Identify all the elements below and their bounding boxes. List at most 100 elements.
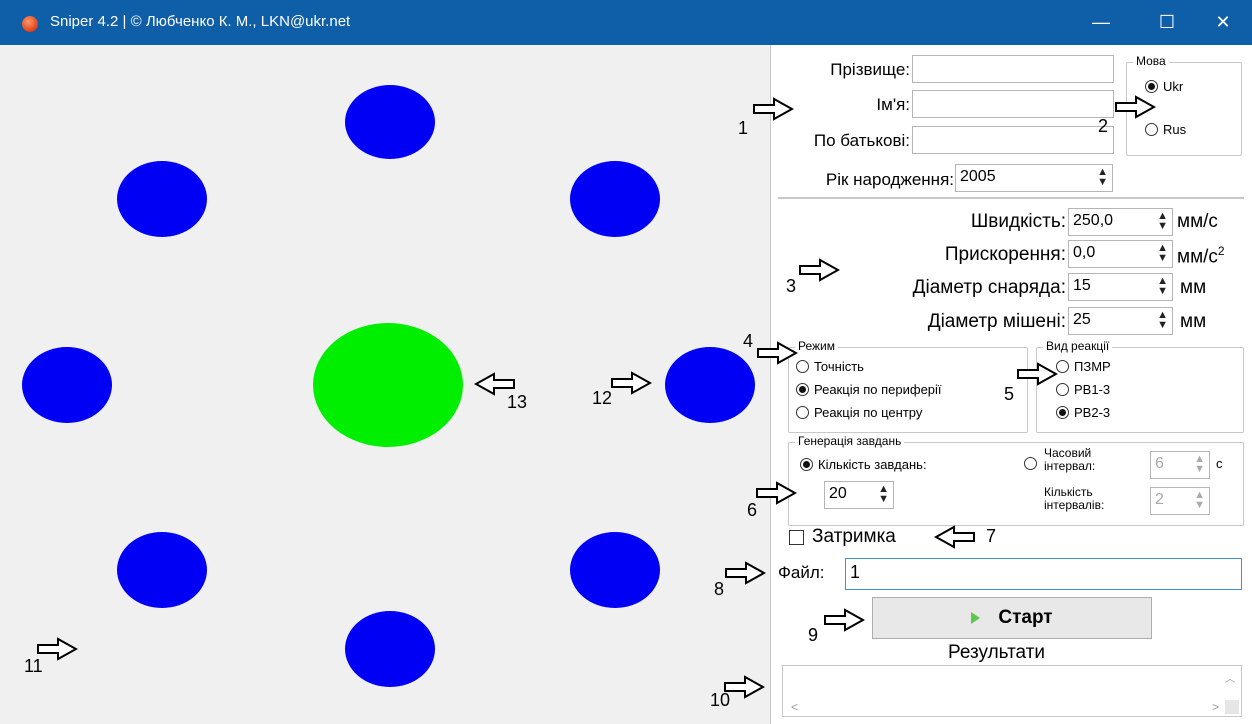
target-diameter-stepper[interactable]: 25 ▲ ▼ (1068, 307, 1173, 335)
stepper-arrows-icon[interactable]: ▲ ▼ (1097, 167, 1108, 188)
annotation-arrow-icon (756, 482, 796, 504)
scroll-corner (1225, 700, 1239, 714)
target-top-right[interactable] (570, 161, 660, 237)
start-button[interactable]: Старт (872, 597, 1152, 639)
birth-year-value: 2005 (960, 168, 996, 185)
shell-diameter-stepper[interactable]: 15 ▲ ▼ (1068, 273, 1173, 301)
target-bottom[interactable] (345, 611, 435, 687)
speed-stepper[interactable]: 250,0 ▲ ▼ (1068, 208, 1173, 236)
target-right[interactable] (665, 347, 755, 423)
reaction-rv23-radio[interactable]: РВ2-3 (1056, 405, 1110, 420)
language-rus-label: Rus (1163, 122, 1187, 137)
minimize-button[interactable]: — (1074, 0, 1128, 45)
mode-accuracy-radio[interactable]: Точність (796, 359, 864, 374)
reaction-rv13-label: РВ1-3 (1074, 382, 1111, 397)
annotation-arrow-icon (1017, 363, 1057, 385)
task-count-radio[interactable]: Кількість завдань: (800, 457, 927, 472)
intervals-count-label: Кількість інтервалів: (1044, 485, 1105, 512)
patronymic-input[interactable] (912, 126, 1114, 154)
maximize-button[interactable]: ☐ (1140, 0, 1194, 45)
reaction-rv23-label: РВ2-3 (1074, 405, 1111, 420)
name-label: Ім'я: (876, 95, 910, 114)
task-count-stepper[interactable]: 20 ▲ ▼ (824, 481, 894, 509)
scroll-up-icon[interactable]: ︿ (1225, 670, 1235, 685)
time-interval-stepper[interactable]: 6 ▲ ▼ (1150, 451, 1210, 479)
radio-icon (1024, 457, 1037, 470)
intervals-count-stepper[interactable]: 2 ▲ ▼ (1150, 487, 1210, 515)
target-canvas[interactable] (0, 45, 770, 724)
radio-icon (1145, 123, 1158, 136)
scroll-right-icon[interactable]: > (1212, 700, 1219, 714)
stepper-arrows-icon[interactable]: ▲ ▼ (1194, 490, 1205, 511)
target-diameter-unit: мм (1180, 311, 1207, 332)
start-button-label: Старт (998, 607, 1053, 628)
target-bottom-right[interactable] (570, 532, 660, 608)
surname-input[interactable] (912, 55, 1114, 83)
close-button[interactable]: ✕ (1196, 0, 1250, 45)
speed-unit: мм/с (1177, 211, 1218, 232)
target-bottom-left[interactable] (117, 532, 207, 608)
accel-unit-text: мм/с (1177, 246, 1218, 268)
target-left[interactable] (22, 347, 112, 423)
reaction-pzmr-label: ПЗМР (1074, 359, 1111, 374)
birth-year-stepper[interactable]: 2005 ▲ ▼ (955, 164, 1113, 192)
stepper-arrows-icon[interactable]: ▲ ▼ (878, 484, 889, 505)
target-diameter-label: Діаметр мішені: (927, 311, 1066, 332)
name-input[interactable] (912, 90, 1114, 118)
task-count-value: 20 (829, 485, 847, 502)
accel-label: Прискорення: (944, 244, 1066, 265)
separator (778, 197, 1244, 199)
marker-12: 12 (592, 388, 613, 408)
reaction-pzmr-radio[interactable]: ПЗМР (1056, 359, 1111, 374)
birth-year-label: Рік народження: (825, 170, 954, 189)
mode-periphery-radio[interactable]: Реакція по периферії (796, 382, 942, 397)
title-bar: Sniper 4.2 | © Любченко К. М., LKN@ukr.n… (0, 0, 1252, 45)
stepper-arrows-icon[interactable]: ▲ ▼ (1157, 310, 1168, 331)
marker-4: 4 (743, 331, 754, 351)
annotation-arrow-icon (725, 562, 765, 584)
annotation-arrow-icon (753, 98, 793, 120)
window-title: Sniper 4.2 | © Любченко К. М., LKN@ukr.n… (50, 13, 351, 30)
annotation-arrow-icon (799, 259, 839, 281)
stepper-arrows-icon[interactable]: ▲ ▼ (1157, 276, 1168, 297)
radio-checked-icon (800, 458, 813, 471)
mode-accuracy-label: Точність (814, 359, 864, 374)
results-label: Результати (948, 642, 1046, 663)
stepper-arrows-icon[interactable]: ▲ ▼ (1194, 454, 1205, 475)
marker-5: 5 (1004, 384, 1015, 404)
play-icon (971, 612, 981, 624)
scroll-left-icon[interactable]: < (791, 700, 798, 714)
time-interval-label: Часовий інтервал: (1044, 446, 1096, 473)
language-title: Мова (1133, 54, 1169, 68)
target-top[interactable] (345, 85, 435, 159)
surname-label: Прізвище: (830, 60, 910, 79)
stepper-arrows-icon[interactable]: ▲ ▼ (1157, 243, 1168, 264)
target-top-left[interactable] (117, 161, 207, 237)
results-box[interactable]: ︿ < > (782, 665, 1242, 717)
file-input[interactable]: 1 (845, 558, 1242, 590)
language-ukr-radio[interactable]: Ukr (1145, 79, 1183, 94)
delay-checkbox[interactable] (789, 530, 804, 545)
speed-value: 250,0 (1073, 212, 1114, 229)
patronymic-label: По батькові: (813, 131, 910, 150)
speed-label: Швидкість: (970, 211, 1066, 232)
mode-periphery-label: Реакція по периферії (814, 382, 942, 397)
accel-stepper[interactable]: 0,0 ▲ ▼ (1068, 240, 1173, 268)
marker-8: 8 (714, 579, 725, 599)
shell-diameter-label: Діаметр снаряда: (912, 277, 1066, 298)
mode-center-radio[interactable]: Реакція по центру (796, 405, 922, 420)
marker-2: 2 (1098, 116, 1109, 136)
time-interval-radio[interactable] (1024, 457, 1042, 470)
generation-title: Генерація завдань (795, 434, 905, 448)
intervals-count-value: 2 (1155, 491, 1164, 508)
language-rus-radio[interactable]: Rus (1145, 122, 1186, 137)
marker-11: 11 (24, 656, 43, 676)
reaction-rv13-radio[interactable]: РВ1-3 (1056, 382, 1110, 397)
accel-value: 0,0 (1073, 244, 1096, 261)
shell-diameter-value: 15 (1073, 277, 1091, 294)
target-center[interactable] (313, 323, 463, 447)
annotation-arrow-icon (824, 609, 864, 631)
radio-checked-icon (1145, 80, 1158, 93)
task-count-label: Кількість завдань: (818, 457, 927, 472)
stepper-arrows-icon[interactable]: ▲ ▼ (1157, 211, 1168, 232)
